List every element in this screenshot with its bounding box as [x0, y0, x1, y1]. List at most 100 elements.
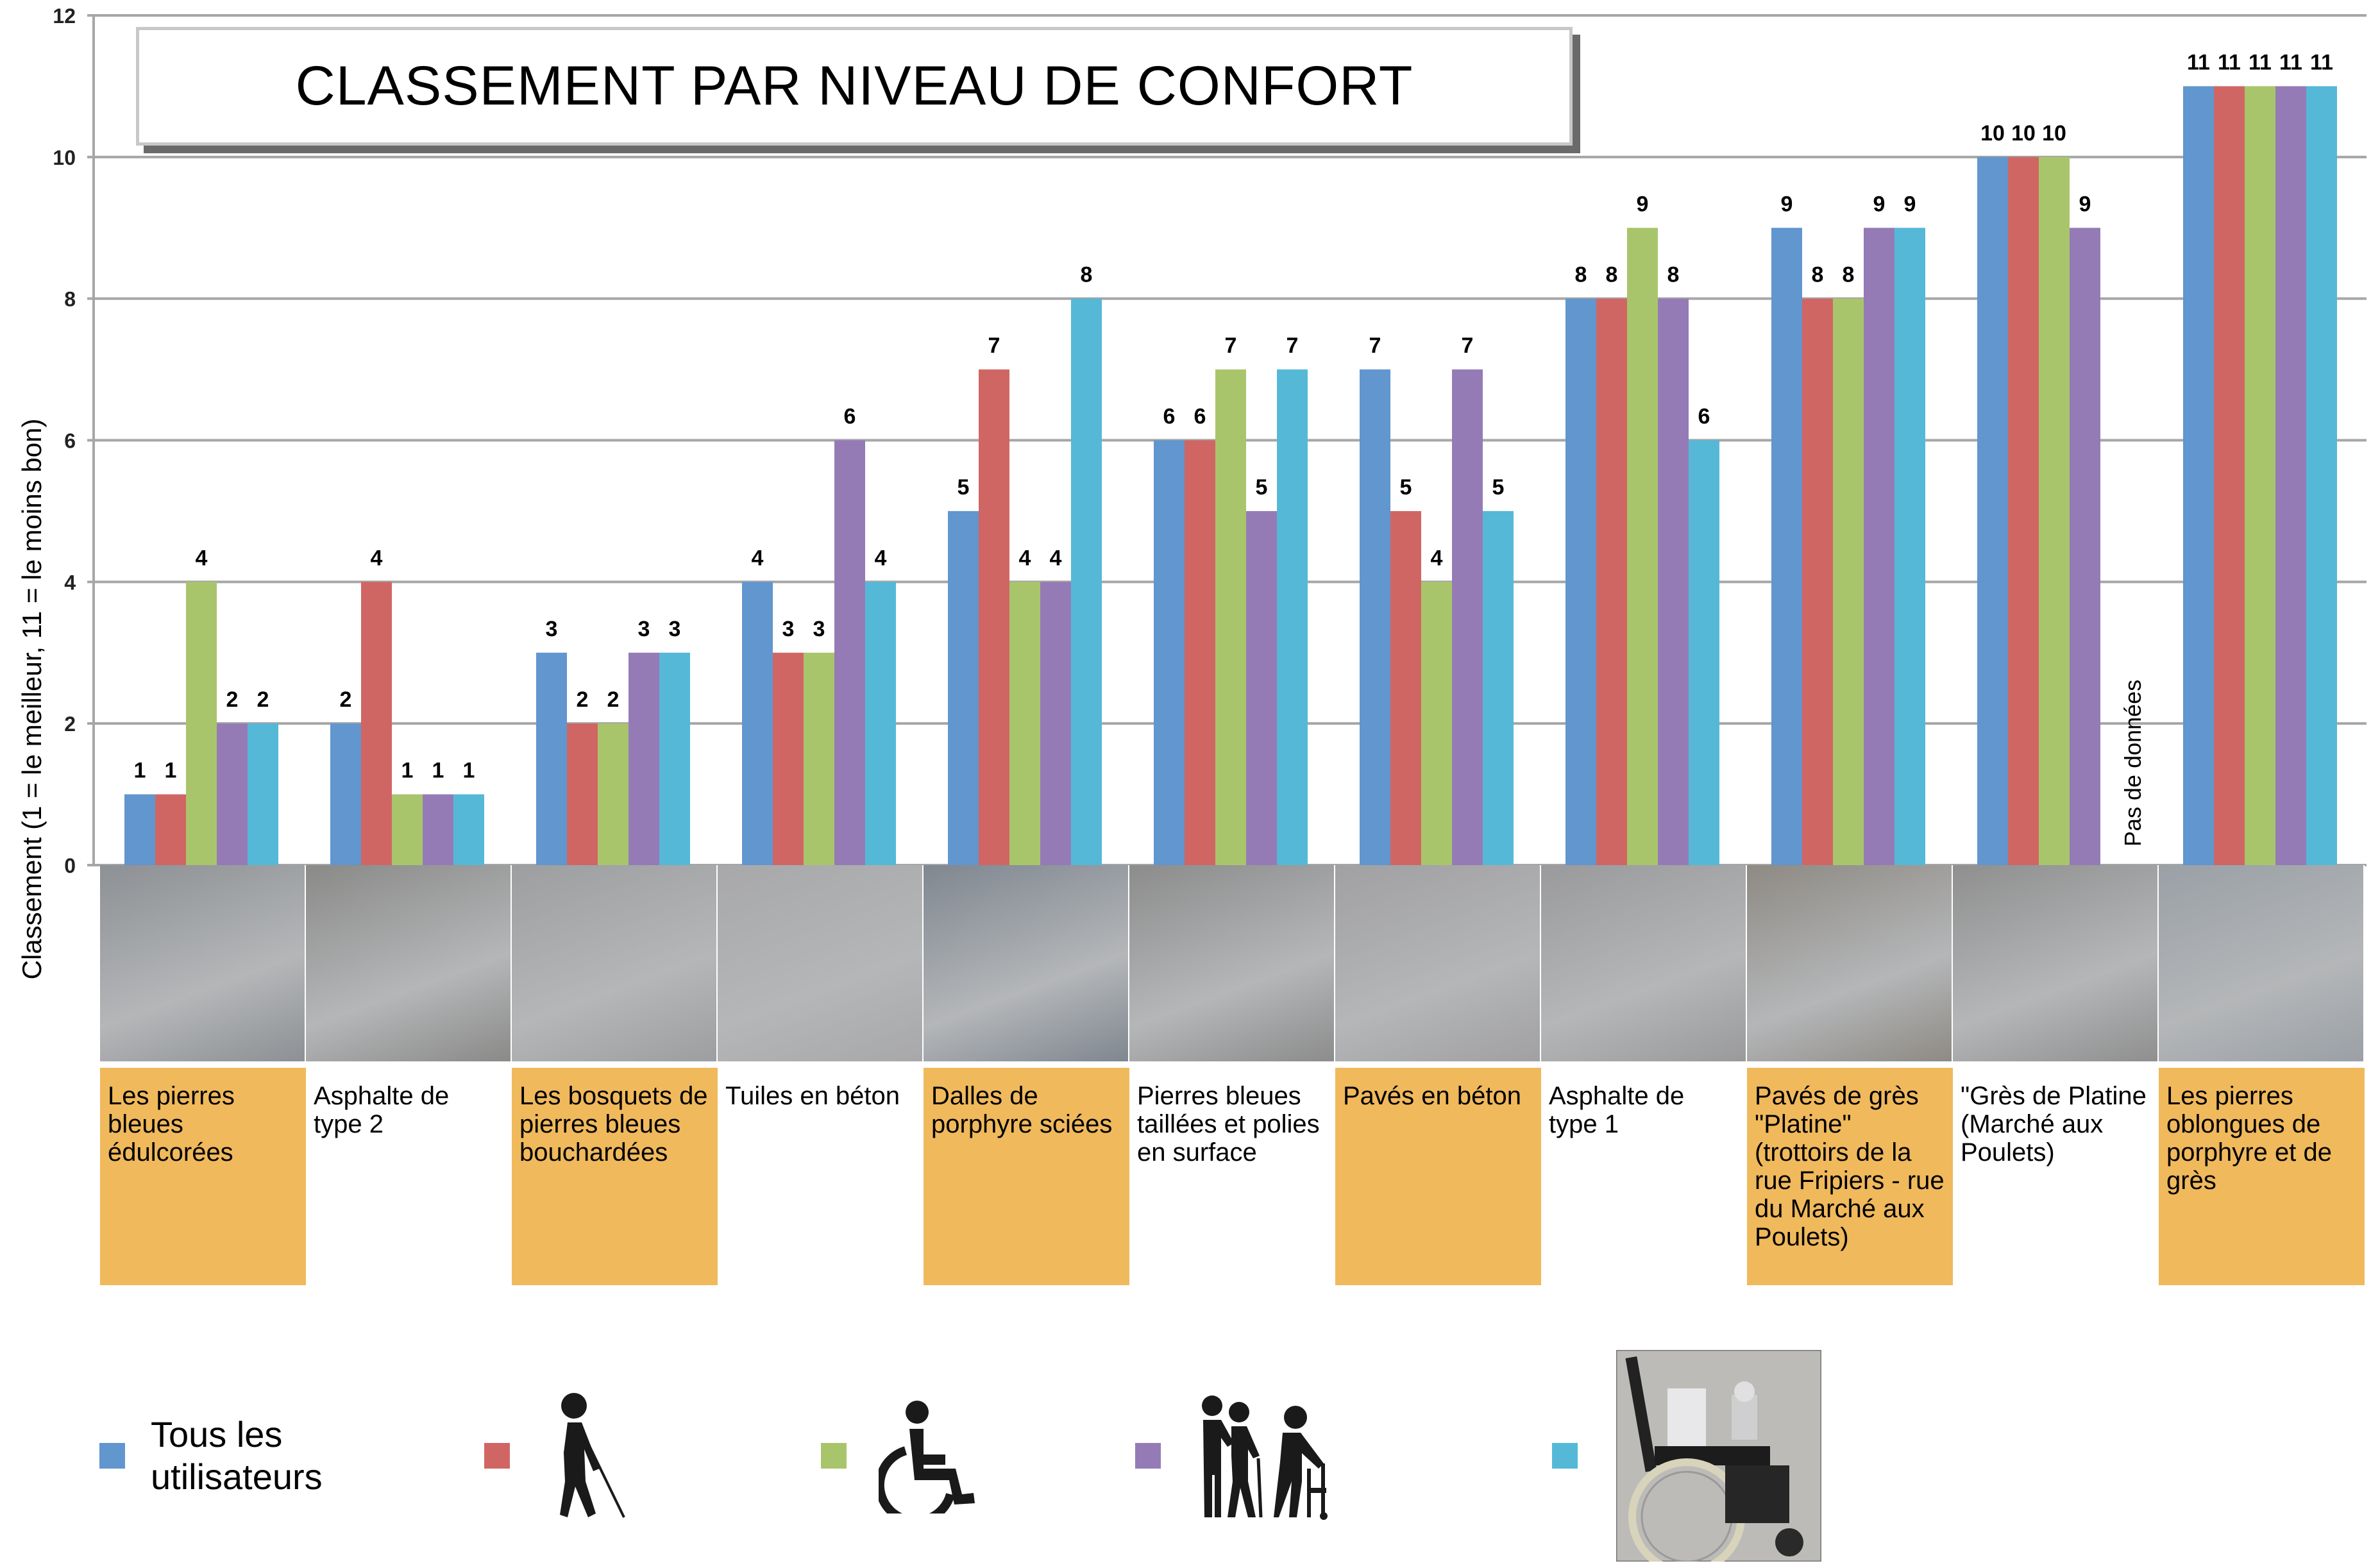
- data-label: 1: [432, 759, 444, 783]
- no-data-annotation: Pas de données: [2120, 679, 2146, 847]
- legend-item-electric-wheelchair: [1552, 1350, 1821, 1562]
- bar-8-series-1: [1565, 298, 1596, 866]
- blind-person-cane-icon: [560, 1393, 625, 1518]
- legend-swatch-blue: [99, 1443, 125, 1469]
- data-label: 4: [1019, 546, 1031, 570]
- bar-3-series-1: [536, 652, 567, 865]
- bar-9-series-3: [1833, 298, 1864, 866]
- bar-5-series-3: [1009, 582, 1040, 865]
- data-label: 7: [988, 333, 1000, 358]
- bar-1-series-4: [217, 723, 248, 865]
- category-label: Les pierres bleues édulcorées: [100, 1068, 306, 1285]
- surface-photo: [512, 865, 718, 1061]
- category-label: Asphalte de type 2: [314, 1082, 450, 1138]
- bar-2-series-1: [330, 723, 361, 865]
- bar-2-series-5: [453, 794, 484, 865]
- data-label: 5: [958, 475, 970, 500]
- wheelchair-photo: [1616, 1350, 1821, 1562]
- data-label: 11: [2310, 50, 2333, 74]
- data-label: 8: [1575, 263, 1587, 287]
- bar-3-series-3: [598, 723, 629, 865]
- surface-photo: [2159, 865, 2365, 1061]
- category-label: Pierres bleues taillées et polies en sur…: [1137, 1082, 1320, 1167]
- data-label: 4: [1431, 546, 1443, 570]
- data-label: 1: [165, 759, 177, 783]
- data-label: 9: [1904, 192, 1916, 216]
- surface-photo: [1335, 865, 1541, 1061]
- legend-swatch-cyan: [1552, 1443, 1578, 1469]
- legend-swatch-purple: [1135, 1443, 1161, 1469]
- bar-9-series-1: [1771, 228, 1802, 865]
- bar-11-series-2: [2214, 86, 2245, 866]
- bar-2-series-3: [392, 794, 423, 865]
- data-label: 8: [1606, 263, 1618, 287]
- surface-photo: [1747, 865, 1953, 1061]
- data-label: 10: [1980, 121, 2005, 146]
- data-label: 5: [1256, 475, 1268, 500]
- data-label: 4: [371, 546, 383, 570]
- data-label: 4: [1050, 546, 1062, 570]
- bar-6-series-5: [1277, 369, 1308, 865]
- data-label: 9: [1873, 192, 1886, 216]
- data-label: 9: [2079, 192, 2091, 216]
- bar-4-series-5: [865, 582, 896, 865]
- y-tick-label: 0: [64, 854, 76, 877]
- bar-6-series-1: [1154, 440, 1185, 865]
- data-label: 2: [226, 687, 239, 712]
- bar-5-series-1: [948, 510, 979, 865]
- data-label: 3: [638, 617, 650, 641]
- data-label: 4: [752, 546, 764, 570]
- data-label: 8: [1843, 263, 1855, 287]
- bar-5-series-5: [1071, 298, 1102, 866]
- data-label: 6: [1698, 405, 1710, 429]
- elderly-walker-icon: [1202, 1395, 1328, 1520]
- wheelchair-icon: [879, 1401, 975, 1513]
- bar-4-series-3: [804, 652, 834, 865]
- data-label: 1: [463, 759, 475, 783]
- data-label: 1: [134, 759, 146, 783]
- bar-8-series-4: [1658, 298, 1689, 866]
- bar-10-series-4: [2070, 228, 2100, 865]
- legend-item-elderly: [1135, 1360, 1398, 1552]
- data-label: 6: [1163, 405, 1176, 429]
- data-label: 11: [2187, 50, 2210, 74]
- y-tick-label: 2: [64, 712, 76, 736]
- surface-photo: [924, 865, 1129, 1061]
- surface-photo: [1541, 865, 1747, 1061]
- data-label: 8: [1081, 263, 1093, 287]
- bar-1-series-5: [248, 723, 278, 865]
- y-tick-labels: 0 2 4 6 8 10 12: [53, 4, 76, 877]
- bar-2-series-2: [361, 582, 392, 865]
- bar-6-series-2: [1185, 440, 1215, 865]
- bar-7-series-2: [1390, 510, 1421, 865]
- bar-9-series-4: [1864, 228, 1894, 865]
- bar-11-series-1: [2183, 86, 2214, 866]
- bar-8-series-5: [1689, 440, 1719, 865]
- bar-1-series-3: [186, 582, 217, 865]
- data-label: 4: [875, 546, 887, 570]
- y-axis-label: Classement (1 = le meilleur, 11 = le moi…: [17, 418, 47, 980]
- data-label: 11: [2218, 50, 2241, 74]
- data-label: 9: [1637, 192, 1649, 216]
- bar-4-series-2: [773, 652, 804, 865]
- category-label: Pavés de grès "Platine" (trottoirs de la…: [1747, 1068, 1953, 1285]
- data-label: 7: [1225, 333, 1237, 358]
- y-tick-label: 12: [53, 4, 76, 28]
- surface-photo: [306, 865, 512, 1061]
- data-label: 4: [196, 546, 208, 570]
- category-label: Pavés en béton: [1335, 1068, 1541, 1285]
- y-tick-label: 6: [64, 430, 76, 453]
- category-label: Dalles de porphyre sciées: [924, 1068, 1129, 1285]
- data-label: 2: [577, 687, 589, 712]
- legend-swatch-red: [484, 1443, 510, 1469]
- data-label: 7: [1287, 333, 1299, 358]
- bar-5-series-4: [1040, 582, 1071, 865]
- data-label: 11: [2249, 50, 2272, 74]
- category-label: Tuiles en béton: [725, 1082, 900, 1110]
- y-tick-label: 10: [53, 146, 76, 169]
- data-label: 7: [1462, 333, 1474, 358]
- bar-1-series-2: [155, 794, 186, 865]
- surface-photo: [718, 865, 924, 1061]
- bar-3-series-5: [659, 652, 690, 865]
- bar-5-series-2: [979, 369, 1009, 865]
